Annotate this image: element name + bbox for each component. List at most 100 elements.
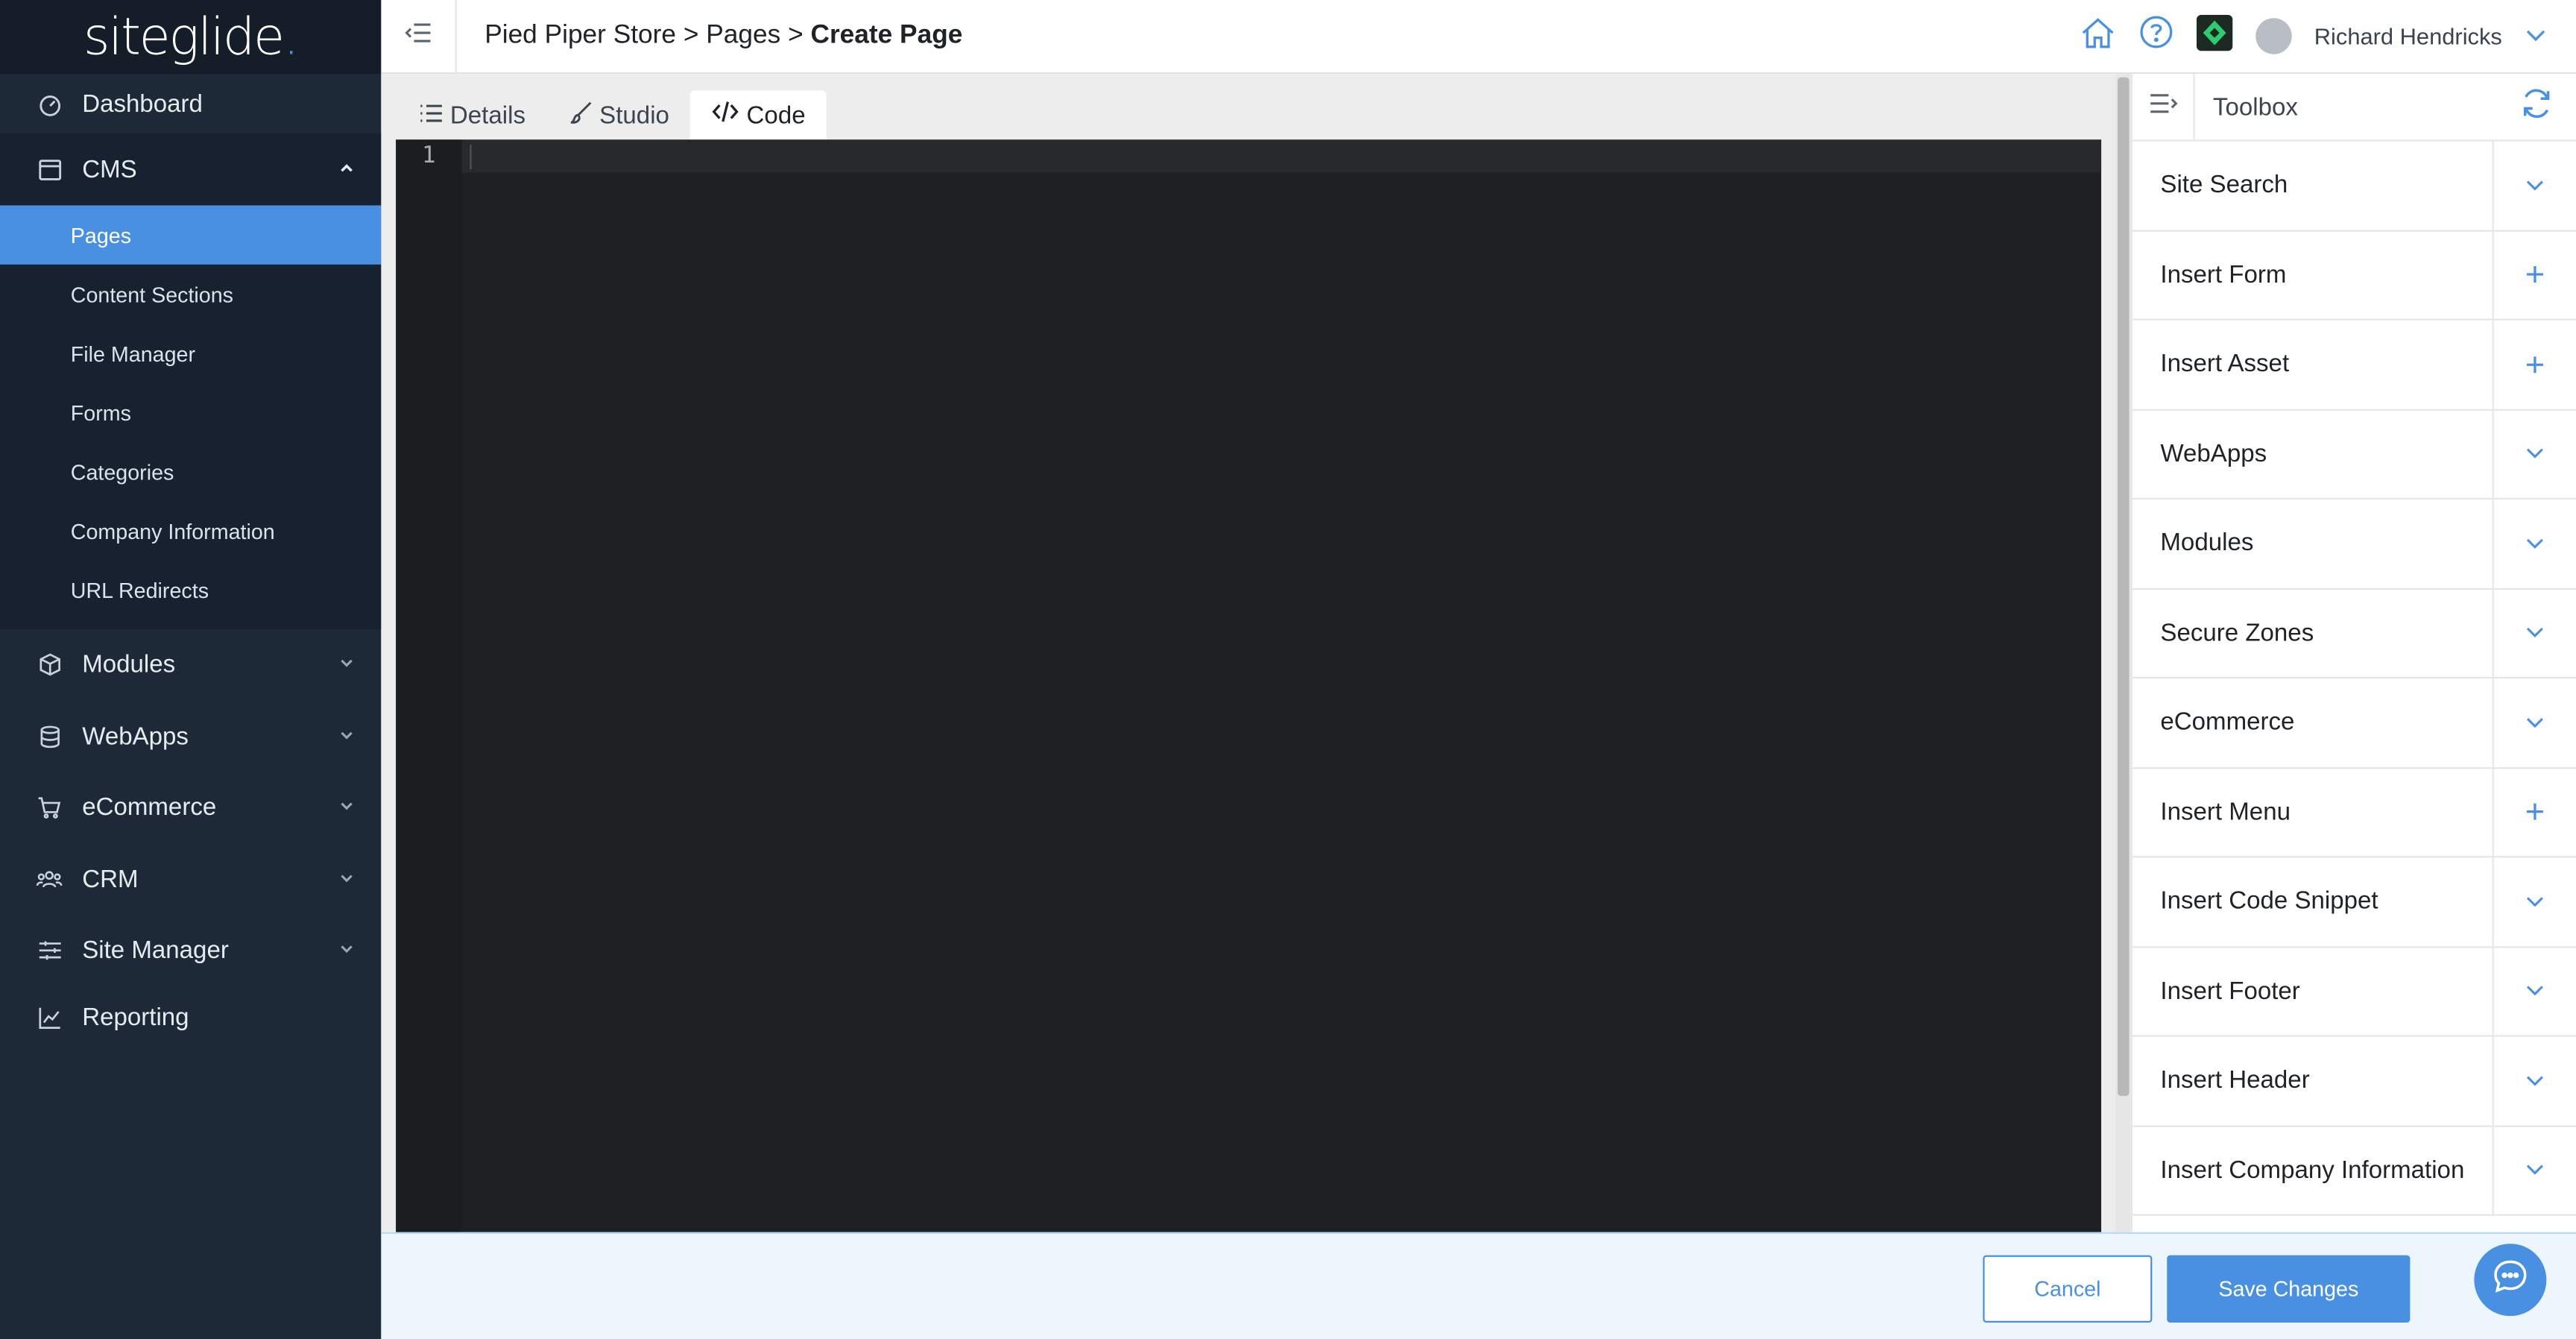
editor-tabs: Details Studio Code: [381, 74, 2116, 140]
cancel-button[interactable]: Cancel: [1983, 1255, 2153, 1323]
chart-icon: [36, 1005, 62, 1031]
action-footer: Cancel Save Changes: [381, 1232, 2576, 1339]
plus-icon[interactable]: [2492, 230, 2576, 319]
sidebar-subitem-label: File Manager: [70, 341, 196, 366]
sidebar: siteglide. Dashboard CMS Pages Content S…: [0, 0, 382, 1339]
toolbox-row-insert-header[interactable]: Insert Header: [2132, 1036, 2576, 1127]
help-icon[interactable]: [2138, 15, 2173, 57]
sliders-icon: [36, 938, 62, 964]
collapse-sidebar-button[interactable]: [381, 0, 457, 74]
sidebar-item-label: CMS: [82, 155, 137, 183]
chevron-down-icon[interactable]: [2492, 141, 2576, 230]
logo[interactable]: siteglide.: [0, 0, 382, 75]
sidebar-subitem-company-information[interactable]: Company Information: [0, 501, 381, 560]
toolbox-row-label: Site Search: [2160, 171, 2288, 200]
toolbox-toggle-button[interactable]: [2133, 73, 2195, 141]
chevron-down-icon[interactable]: [2492, 499, 2576, 587]
toolbox-row-insert-menu[interactable]: Insert Menu: [2132, 768, 2576, 858]
sidebar-item-label: Dashboard: [82, 89, 203, 118]
line-gutter: 1: [396, 139, 462, 1232]
tab-details[interactable]: Details: [397, 90, 546, 139]
user-name[interactable]: Richard Hendricks: [2314, 23, 2502, 49]
siteglide-app-icon[interactable]: [2196, 13, 2232, 58]
sidebar-subitem-content-sections[interactable]: Content Sections: [0, 265, 381, 324]
toolbox-row-insert-form[interactable]: Insert Form: [2132, 230, 2576, 321]
toolbox-row-site-search[interactable]: Site Search: [2132, 141, 2576, 231]
main-scrollbar[interactable]: [2115, 74, 2131, 1232]
tab-label: Code: [746, 101, 806, 129]
toolbox-row-insert-company-information[interactable]: Insert Company Information: [2132, 1126, 2576, 1216]
chevron-down-icon[interactable]: [2492, 678, 2576, 767]
top-bar: Pied Piper Store > Pages > Create Page R…: [381, 0, 2576, 75]
toolbox-row-ecommerce[interactable]: eCommerce: [2132, 678, 2576, 769]
toolbox-row-insert-footer[interactable]: Insert Footer: [2132, 947, 2576, 1037]
sidebar-subitem-label: Forms: [70, 400, 131, 425]
toolbox-row-secure-zones[interactable]: Secure Zones: [2132, 589, 2576, 679]
tab-studio[interactable]: Studio: [547, 90, 691, 139]
chat-button[interactable]: [2474, 1244, 2547, 1317]
collapse-panel-icon: [2148, 91, 2178, 122]
toolbox-row-insert-code-snippet[interactable]: Insert Code Snippet: [2132, 857, 2576, 948]
window-icon: [36, 156, 62, 182]
sidebar-subitem-url-redirects[interactable]: URL Redirects: [0, 560, 381, 619]
breadcrumb-separator: >: [683, 21, 699, 50]
code-editor[interactable]: 1: [396, 139, 2102, 1232]
toolbox-row-label: eCommerce: [2160, 708, 2295, 737]
chevron-down-icon[interactable]: [2525, 22, 2547, 51]
breadcrumb-store[interactable]: Pied Piper Store: [484, 22, 676, 49]
sidebar-subitem-file-manager[interactable]: File Manager: [0, 324, 381, 382]
toolbox-row-webapps[interactable]: WebApps: [2132, 409, 2576, 500]
toolbox-row-label: Insert Header: [2160, 1066, 2310, 1095]
list-icon: [419, 101, 443, 129]
logo-dot: .: [282, 7, 300, 67]
sidebar-item-modules[interactable]: Modules: [0, 629, 381, 701]
toolbox-row-label: Insert Form: [2160, 260, 2287, 289]
active-line-highlight: [461, 139, 2102, 173]
sidebar-item-crm[interactable]: CRM: [0, 844, 381, 916]
chevron-down-icon[interactable]: [2492, 1126, 2576, 1214]
breadcrumb-pages[interactable]: Pages: [706, 22, 780, 49]
chevron-down-icon[interactable]: [2492, 1036, 2576, 1125]
sidebar-item-dashboard[interactable]: Dashboard: [0, 74, 381, 133]
sidebar-item-site-manager[interactable]: Site Manager: [0, 915, 381, 986]
toolbox-row-insert-asset[interactable]: Insert Asset: [2132, 320, 2576, 410]
chat-icon: [2490, 1256, 2530, 1304]
main-content: Details Studio Code 1: [381, 74, 2116, 1232]
sidebar-item-ecommerce[interactable]: eCommerce: [0, 772, 381, 844]
chevron-down-icon[interactable]: [2492, 589, 2576, 677]
database-icon: [36, 723, 62, 749]
refresh-icon[interactable]: [2520, 86, 2553, 127]
cube-icon: [36, 652, 62, 678]
home-icon[interactable]: [2080, 16, 2115, 57]
tab-code[interactable]: Code: [690, 90, 827, 140]
sidebar-subitem-pages[interactable]: Pages: [0, 205, 382, 265]
cms-submenu: Pages Content Sections File Manager Form…: [0, 205, 382, 630]
cart-icon: [36, 795, 62, 821]
sidebar-item-cms[interactable]: CMS: [0, 133, 382, 206]
chevron-down-icon[interactable]: [2492, 409, 2576, 498]
chevron-down-icon: [338, 655, 355, 676]
toolbox-row-modules[interactable]: Modules: [2132, 499, 2576, 590]
sidebar-item-label: Site Manager: [82, 936, 229, 965]
logo-text: siteglide: [83, 7, 285, 67]
chevron-down-icon[interactable]: [2492, 947, 2576, 1036]
toolbox-list: Site Search Insert Form Insert Asset WebApp…: [2132, 141, 2576, 1216]
chevron-down-icon[interactable]: [2492, 857, 2576, 946]
toolbox-row-label: Insert Menu: [2160, 798, 2291, 826]
chevron-down-icon: [338, 725, 355, 747]
plus-icon[interactable]: [2492, 768, 2576, 857]
scrollbar-thumb[interactable]: [2118, 77, 2130, 1096]
sidebar-item-reporting[interactable]: Reporting: [0, 986, 381, 1049]
line-number: 1: [421, 142, 436, 169]
save-changes-button[interactable]: Save Changes: [2167, 1255, 2411, 1323]
plus-icon[interactable]: [2492, 320, 2576, 409]
tab-label: Details: [449, 101, 526, 129]
toolbox-row-label: Secure Zones: [2160, 619, 2314, 647]
chevron-down-icon: [338, 869, 355, 890]
sidebar-subitem-categories[interactable]: Categories: [0, 442, 381, 501]
sidebar-item-webapps[interactable]: WebApps: [0, 701, 381, 772]
toolbox-panel: Toolbox Site Search Insert Form Insert Ass…: [2130, 73, 2576, 1232]
sidebar-subitem-forms[interactable]: Forms: [0, 382, 381, 441]
avatar[interactable]: [2255, 18, 2291, 54]
sidebar-subitem-label: Categories: [70, 459, 174, 484]
